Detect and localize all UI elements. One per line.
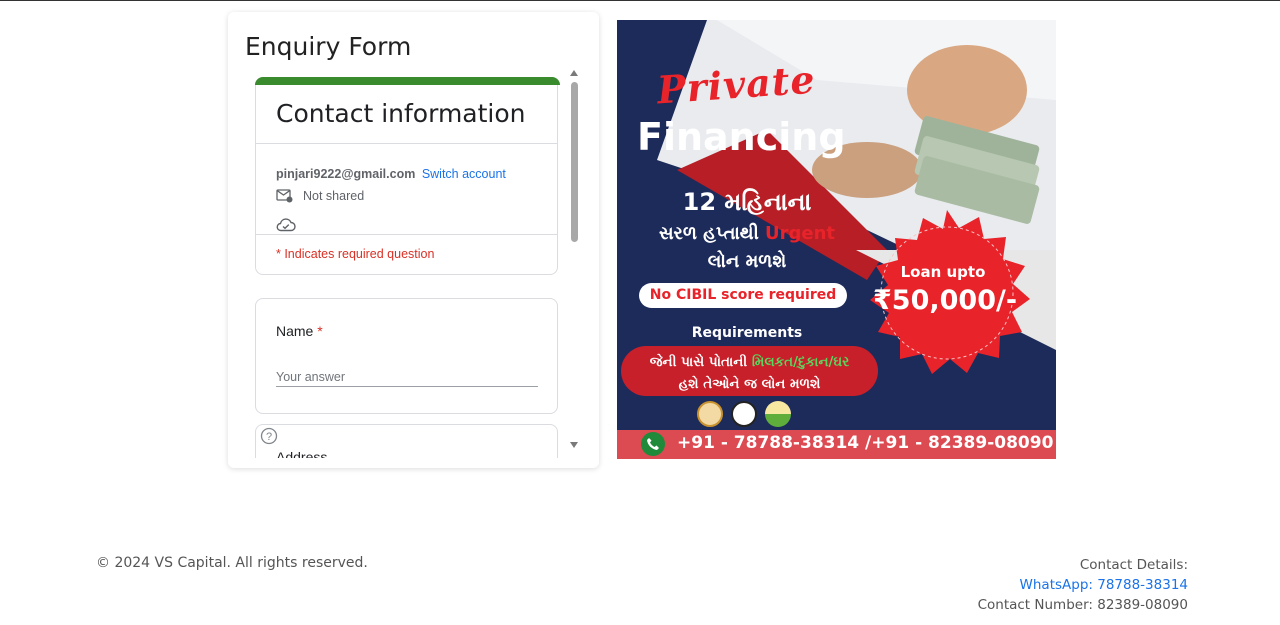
ad-requirement-prefix: જેની પાસે પોતાની <box>649 354 752 370</box>
ad-urgent-text: Urgent <box>765 223 836 244</box>
ad-phone-bar: +91 - 78788-38314 /+91 - 82389-08090 <box>617 430 1056 459</box>
switch-account-link[interactable]: Switch account <box>422 167 506 181</box>
name-label-text: Name <box>276 323 314 339</box>
divider <box>256 234 557 235</box>
ad-property-icons <box>697 401 791 427</box>
divider <box>256 143 557 144</box>
form-scrollbar[interactable] <box>568 70 580 448</box>
name-label: Name * <box>276 323 323 339</box>
contact-info-card: Contact information pinjari9222@gmail.co… <box>255 77 560 275</box>
help-icon[interactable]: ? <box>260 427 278 445</box>
contact-heading: Contact Details: <box>1079 557 1188 573</box>
house-icon <box>731 401 757 427</box>
shop-icon <box>697 401 723 427</box>
name-input[interactable] <box>276 367 538 387</box>
address-label: Address <box>276 449 328 458</box>
ad-tenure-text: 12 મહિનાના <box>682 188 812 216</box>
required-star: * <box>317 323 323 339</box>
enquiry-card: Enquiry Form Contact information pinjari… <box>228 12 599 468</box>
phone-icon <box>641 432 665 456</box>
land-icon <box>765 401 791 427</box>
ad-property-text: મિલકત/દુકાન/ઘર <box>751 354 850 370</box>
ad-financing-text: Financing <box>637 115 846 159</box>
not-shared-label: Not shared <box>303 189 365 203</box>
name-question-card: Name * <box>255 298 558 414</box>
ad-phone-numbers: +91 - 78788-38314 /+91 - 82389-08090 <box>677 433 1054 453</box>
loan-advertisement: Private Financing 12 મહિનાના સરળ હપ્તાથી… <box>617 20 1056 459</box>
email-not-shared: Not shared <box>276 189 364 203</box>
enquiry-title: Enquiry Form <box>245 32 412 61</box>
footer-copyright: © 2024 VS Capital. All rights reserved. <box>96 555 368 571</box>
cloud-check-icon <box>276 218 296 232</box>
account-email: pinjari9222@gmail.com <box>276 167 416 181</box>
address-question-card: ? Address <box>255 424 558 458</box>
ad-installment-text: સરળ હપ્તાથી Urgent <box>617 223 877 244</box>
embedded-form[interactable]: Contact information pinjari9222@gmail.co… <box>254 76 560 458</box>
account-row: pinjari9222@gmail.com Switch account <box>276 167 506 181</box>
ad-requirements-title: Requirements <box>691 325 803 341</box>
ad-loan-upto-text: Loan upto <box>900 263 986 281</box>
mail-settings-icon <box>276 189 293 203</box>
ad-requirement-line-2: હશે તેઓને જ લોન મળશે <box>678 376 821 392</box>
ad-loan-available-text: લોન મળશે <box>707 251 787 272</box>
footer-contact-details: Contact Details: WhatsApp: 78788-38314 C… <box>978 555 1188 615</box>
scroll-thumb[interactable] <box>571 82 578 242</box>
whatsapp-link[interactable]: WhatsApp: 78788-38314 <box>978 575 1188 595</box>
scroll-down-arrow-icon[interactable] <box>570 442 578 448</box>
ad-requirement-line-1: જેની પાસે પોતાની મિલકત/દુકાન/ઘર <box>621 351 878 373</box>
ad-cibil-pill: No CIBIL score required <box>639 283 847 308</box>
ad-requirements-box: જેની પાસે પોતાની મિલકત/દુકાન/ઘર હશે તેઓન… <box>621 346 878 396</box>
scroll-up-arrow-icon[interactable] <box>570 70 578 76</box>
contact-title: Contact information <box>276 99 526 128</box>
svg-text:?: ? <box>266 431 272 443</box>
contact-number: Contact Number: 82389-08090 <box>977 597 1188 613</box>
ad-installment-prefix: સરળ હપ્તાથી <box>658 223 766 244</box>
ad-loan-amount: ₹50,000/- <box>873 285 1018 316</box>
required-note: * Indicates required question <box>276 247 435 261</box>
top-rule <box>0 0 1280 1</box>
form-accent-bar <box>255 77 560 85</box>
